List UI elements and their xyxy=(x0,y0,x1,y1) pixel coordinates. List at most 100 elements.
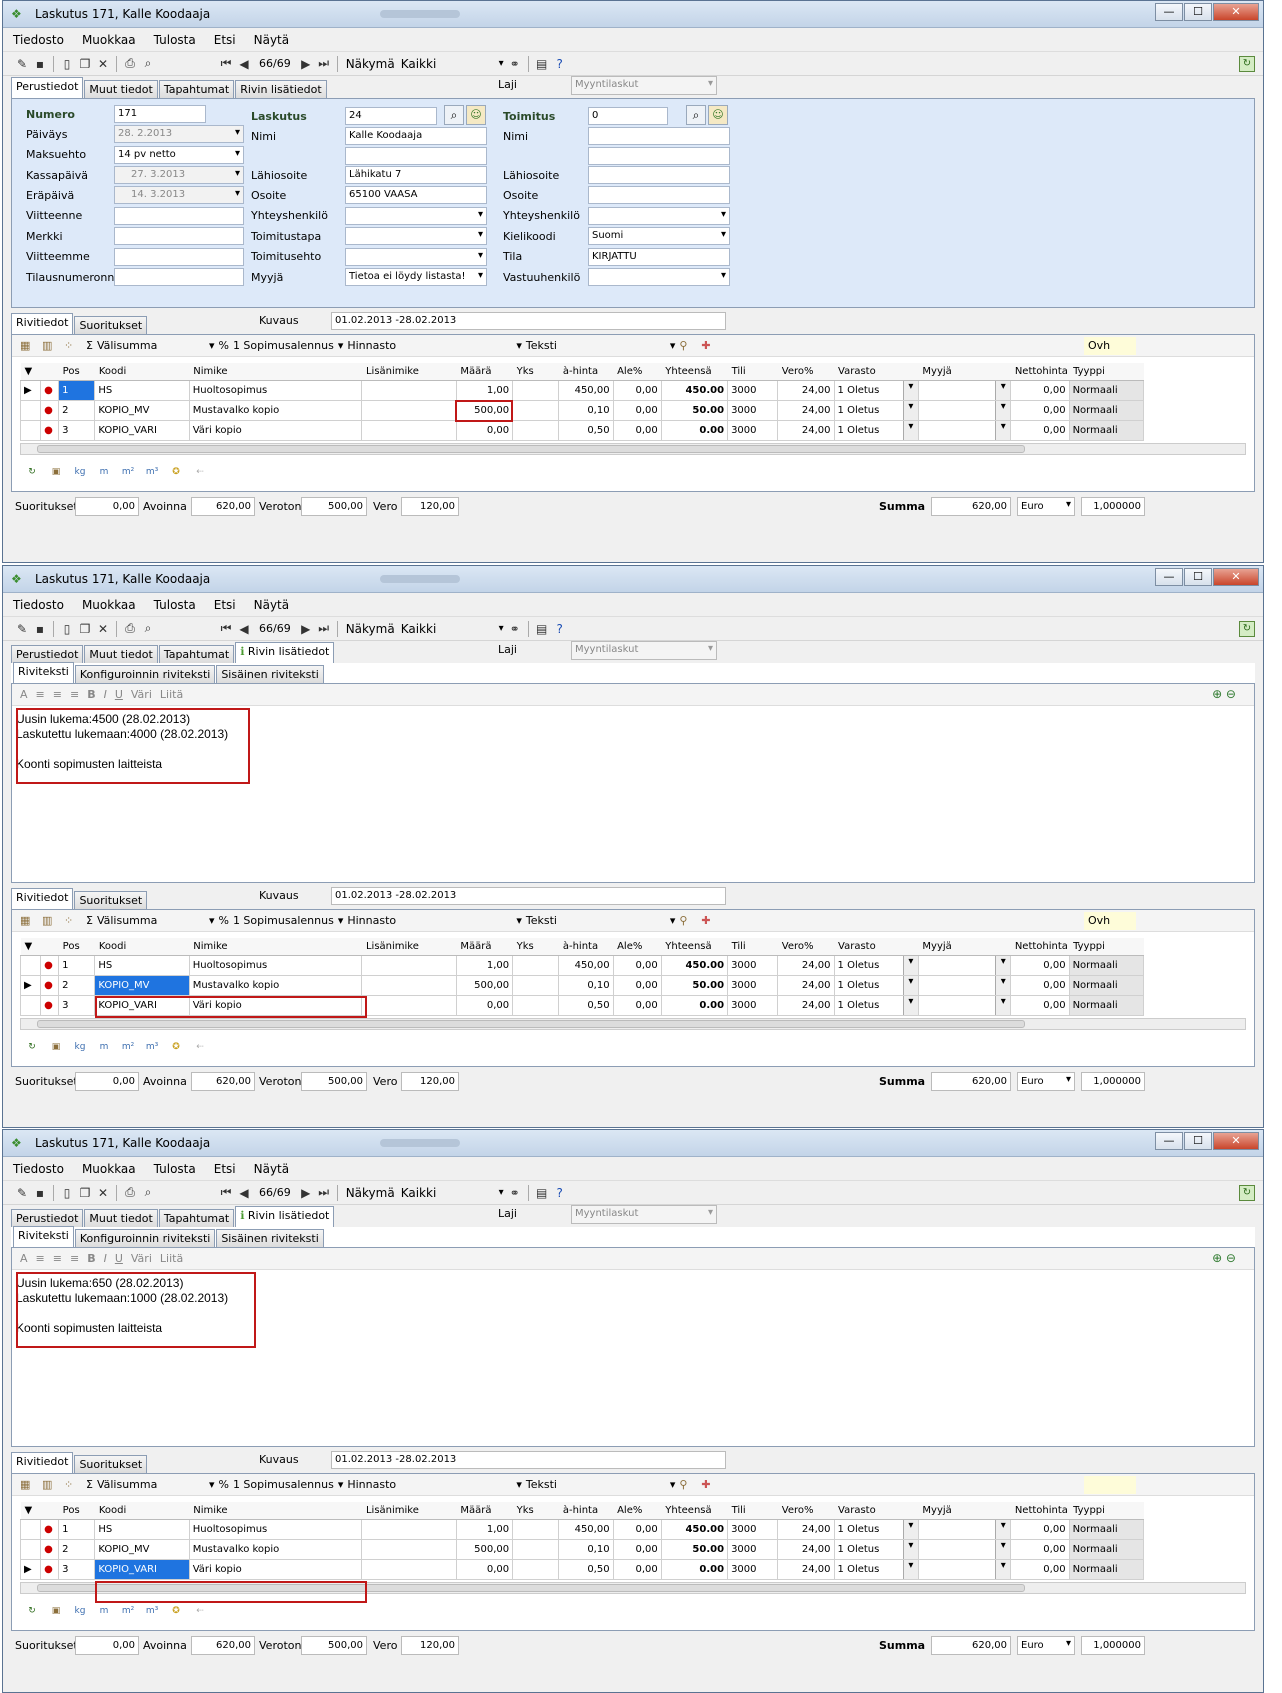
hinnasto-button[interactable]: Hinnasto xyxy=(347,1478,512,1491)
cell-vero[interactable]: 24,00 xyxy=(777,974,835,996)
numero-field[interactable]: 171 xyxy=(114,105,206,123)
toimitustapa-select[interactable] xyxy=(345,227,487,245)
tab-tapahtumat[interactable]: Tapahtumat xyxy=(158,80,235,98)
cell-tyyppi[interactable]: Normaali xyxy=(1068,1538,1145,1560)
close-button[interactable]: ✕ xyxy=(1213,3,1259,21)
col-vero[interactable]: Vero% xyxy=(777,938,835,956)
minimize-button[interactable]: — xyxy=(1155,3,1183,21)
cell-tyyppi[interactable]: Normaali xyxy=(1068,974,1145,996)
paste-button[interactable]: Liitä xyxy=(160,688,183,701)
cell-hinta[interactable]: 450,00 xyxy=(558,954,614,976)
nimi2-field[interactable] xyxy=(345,147,487,165)
last-record-icon[interactable]: ⏭ xyxy=(315,56,333,71)
cell-tili[interactable]: 3000 xyxy=(727,399,779,421)
italic-icon[interactable]: I xyxy=(104,688,107,701)
bold-icon[interactable]: B xyxy=(87,688,95,701)
delete-icon[interactable]: ✕ xyxy=(94,57,112,71)
cell-tyyppi[interactable]: Normaali xyxy=(1068,419,1145,441)
edit-icon[interactable]: ✎ xyxy=(13,622,31,636)
prev-record-icon[interactable]: ◀ xyxy=(235,57,253,71)
unit-m3-button[interactable]: m³ xyxy=(140,1042,164,1052)
cell-pos[interactable]: 1 xyxy=(58,954,96,976)
cell-ale[interactable]: 0,00 xyxy=(612,379,662,401)
list-icon[interactable]: ▤ xyxy=(533,1186,551,1200)
cell-tyyppi[interactable]: Normaali xyxy=(1068,379,1145,401)
unit-m3-button[interactable]: m³ xyxy=(140,467,164,477)
tilausnumeronne-field[interactable] xyxy=(114,268,244,286)
cell-koodi[interactable]: HS xyxy=(94,1518,190,1540)
paste-button[interactable]: Liitä xyxy=(160,1252,183,1265)
cell-netto[interactable]: 0,00 xyxy=(1010,1558,1070,1580)
tab-tapahtumat[interactable]: Tapahtumat xyxy=(158,1209,235,1227)
cell-yks[interactable] xyxy=(512,419,560,441)
minimize-button[interactable]: — xyxy=(1155,568,1183,586)
menu-tiedosto[interactable]: Tiedosto xyxy=(13,598,64,612)
col-maara[interactable]: Määrä xyxy=(456,938,513,956)
cell-yks[interactable] xyxy=(512,1518,560,1540)
valisumma-button[interactable]: Välisumma xyxy=(97,914,205,927)
tab-konfiguroinnin-riviteksti[interactable]: Konfiguroinnin riviteksti xyxy=(74,665,216,683)
valisumma-button[interactable]: Välisumma xyxy=(97,1478,205,1491)
col-yks[interactable]: Yks xyxy=(512,938,559,956)
toimitus-search-icon[interactable]: ⌕ xyxy=(686,105,706,125)
print-icon[interactable]: ⎙ xyxy=(121,56,139,71)
tab-perustiedot[interactable]: Perustiedot xyxy=(11,1209,84,1227)
horizontal-scrollbar[interactable] xyxy=(20,443,1246,455)
valisumma-button[interactable]: Välisumma xyxy=(97,339,205,352)
teksti-button[interactable]: Teksti xyxy=(526,914,666,927)
laji-select[interactable]: Myyntilaskut xyxy=(571,76,717,95)
cell-varasto[interactable]: 1 Oletus xyxy=(833,954,919,976)
box-icon[interactable]: ▣ xyxy=(44,1606,68,1616)
sopimus-button[interactable]: 1 Sopimusalennus xyxy=(233,914,334,927)
italic-icon[interactable]: I xyxy=(104,1252,107,1265)
menu-etsi[interactable]: Etsi xyxy=(214,1162,236,1176)
find-icon[interactable]: ⌕ xyxy=(139,621,157,636)
paivays-field[interactable]: 28. 2.2013 xyxy=(114,125,244,143)
cell-tili[interactable]: 3000 xyxy=(727,1538,779,1560)
back-arrow-icon[interactable]: ⇠ xyxy=(188,467,212,477)
cell-vero[interactable]: 24,00 xyxy=(777,1538,835,1560)
col-nimike[interactable]: Nimike xyxy=(189,1502,362,1520)
vastuuhenkilo-select[interactable] xyxy=(588,268,730,286)
cell-myyja[interactable] xyxy=(917,379,1012,401)
tab-tapahtumat[interactable]: Tapahtumat xyxy=(158,645,235,663)
kassapaiva-field[interactable]: 27. 3.2013 xyxy=(114,166,244,184)
close-button[interactable]: ✕ xyxy=(1213,568,1259,586)
kuvaus-field[interactable]: 01.02.2013 -28.02.2013 xyxy=(331,312,726,330)
bold-icon[interactable]: B xyxy=(87,1252,95,1265)
col-hinta[interactable]: à-hinta xyxy=(558,363,614,381)
color-button[interactable]: Väri xyxy=(131,1252,152,1265)
prev-record-icon[interactable]: ◀ xyxy=(235,622,253,636)
back-arrow-icon[interactable]: ⇠ xyxy=(188,1042,212,1052)
tool-icon[interactable]: ✚ xyxy=(701,914,717,927)
refresh-icon[interactable]: ↻ xyxy=(1239,1185,1255,1201)
cell-lisanimike[interactable] xyxy=(361,1538,457,1560)
tab-rivin-lisatiedot[interactable]: ℹ Rivin lisätiedot xyxy=(235,1206,335,1227)
new-icon[interactable]: ▯ xyxy=(58,57,76,71)
pin-icon[interactable]: ⚲ xyxy=(679,339,695,352)
sopimus-button[interactable]: 1 Sopimusalennus xyxy=(233,339,334,352)
zoom-icons[interactable]: ⊕ ⊖ xyxy=(1212,687,1236,701)
laji-select[interactable]: Myyntilaskut xyxy=(571,641,717,660)
cell-netto[interactable]: 0,00 xyxy=(1010,1518,1070,1540)
col-hinta[interactable]: à-hinta xyxy=(558,938,614,956)
tab-sisainen-riviteksti[interactable]: Sisäinen riviteksti xyxy=(216,1229,324,1247)
align-left-icon[interactable]: ≡ xyxy=(36,688,45,701)
boxes2-icon[interactable]: ▥ xyxy=(42,1478,58,1491)
cell-myyja[interactable] xyxy=(917,399,1012,421)
maximize-button[interactable]: ☐ xyxy=(1184,568,1212,586)
cell-nimike[interactable]: Mustavalko kopio xyxy=(188,974,363,996)
cell-koodi[interactable]: KOPIO_VARI xyxy=(94,1558,190,1580)
cell-tili[interactable]: 3000 xyxy=(727,419,779,441)
tool-icon[interactable]: ✚ xyxy=(701,1478,717,1491)
refresh-rows-icon[interactable]: ↻ xyxy=(20,467,44,477)
sopimus-button[interactable]: 1 Sopimusalennus xyxy=(233,1478,334,1491)
osoite-field[interactable]: 65100 VAASA xyxy=(345,186,487,204)
toimitus-lahiosoite-field[interactable] xyxy=(588,166,730,184)
col-maara[interactable]: Määrä xyxy=(456,363,513,381)
save-icon[interactable]: ▪ xyxy=(31,57,49,71)
new-icon[interactable]: ▯ xyxy=(58,1186,76,1200)
list-icon[interactable]: ▤ xyxy=(533,57,551,71)
cell-lisanimike[interactable] xyxy=(361,379,457,401)
unit-kg-button[interactable]: kg xyxy=(68,1042,92,1052)
